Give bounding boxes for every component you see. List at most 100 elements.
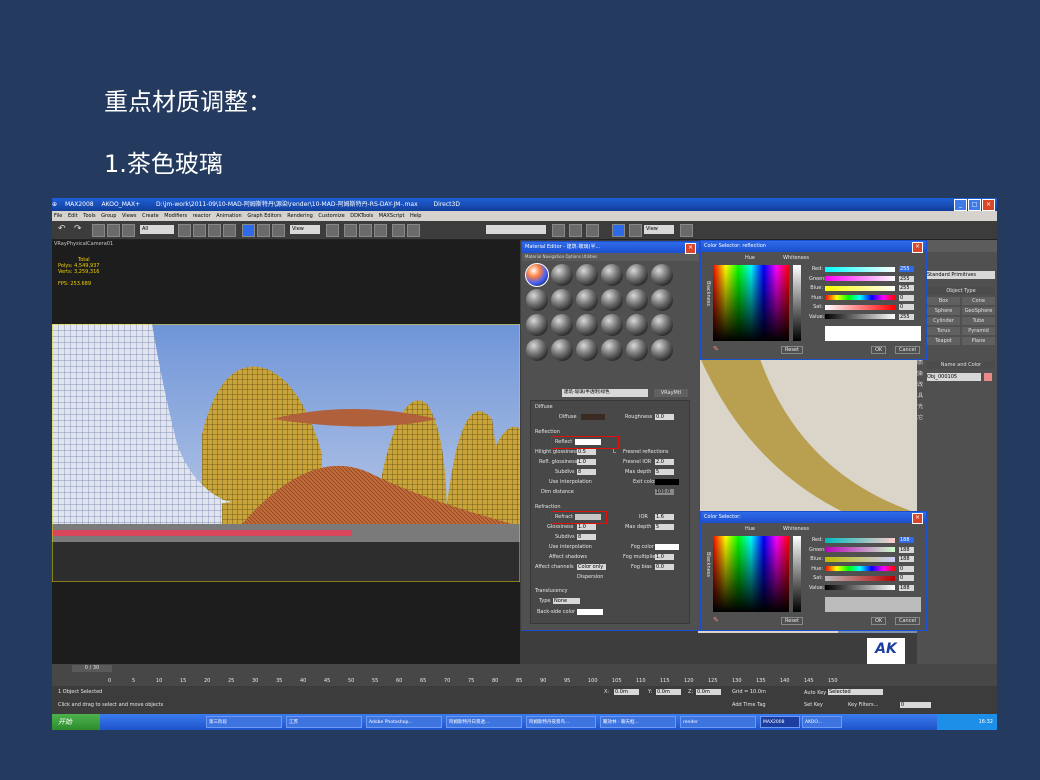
fog-multiplier-field[interactable]: 1.0: [655, 554, 674, 560]
cs2-hue-slider[interactable]: [825, 566, 895, 571]
cs2-value-slider[interactable]: [825, 585, 895, 590]
snap-icon[interactable]: [344, 224, 357, 237]
me-menu-utilities[interactable]: Utilities: [582, 254, 597, 259]
cs2-sat-slider[interactable]: [825, 576, 895, 581]
material-type-button[interactable]: VRayMtl: [654, 389, 688, 397]
camera-viewport[interactable]: VRayPhysicalCamera01 Total Polys: 4,549,…: [52, 240, 520, 664]
cs1-value-field[interactable]: 255: [899, 314, 914, 320]
hilight-gloss-field[interactable]: 0.5: [577, 449, 596, 455]
named-selection-dropdown[interactable]: [486, 225, 546, 234]
roughness-field[interactable]: 0.0: [655, 414, 674, 420]
color-selector-close-icon[interactable]: ×: [912, 242, 923, 253]
sample-slot[interactable]: [601, 339, 623, 361]
translucency-type-dropdown[interactable]: None: [553, 598, 580, 604]
cs1-green-field[interactable]: 255: [899, 276, 914, 282]
cs2-cancel-button[interactable]: Cancel: [895, 617, 920, 625]
cs1-whiteness-bar[interactable]: [793, 265, 801, 341]
refl-max-depth-field[interactable]: 5: [655, 469, 674, 475]
refl-gloss-field[interactable]: 1.0: [577, 459, 596, 465]
sample-slot[interactable]: [551, 264, 573, 286]
backside-color-swatch[interactable]: [577, 609, 603, 615]
taskbar-item[interactable]: 聚效林 - 聊天框...: [600, 716, 676, 728]
sample-slot[interactable]: [551, 339, 573, 361]
menu-group[interactable]: Group: [101, 213, 116, 219]
cs2-ok-button[interactable]: OK: [871, 617, 887, 625]
geosphere-button[interactable]: GeoSphere: [962, 307, 995, 315]
me-menu-material[interactable]: Material: [525, 254, 541, 259]
menu-animation[interactable]: Animation: [216, 213, 242, 219]
sample-slot[interactable]: [626, 264, 648, 286]
menu-rendering[interactable]: Rendering: [287, 213, 313, 219]
object-type-rollout[interactable]: Object Type: [927, 287, 995, 295]
torus-button[interactable]: Torus: [927, 327, 960, 335]
select-icon[interactable]: [178, 224, 191, 237]
menu-views[interactable]: Views: [122, 213, 136, 219]
cs2-red-slider[interactable]: [825, 538, 895, 543]
cylinder-button[interactable]: Cylinder: [927, 317, 960, 325]
menu-customize[interactable]: Customize: [318, 213, 344, 219]
sample-slot[interactable]: [651, 339, 673, 361]
timeline-ruler[interactable]: 0 5 10 15 20 25 30 35 40 45 50 55 60 65 …: [108, 675, 848, 685]
refl-subdivs-field[interactable]: 8: [577, 469, 596, 475]
refr-subdivs-field[interactable]: 8: [577, 534, 596, 540]
menu-maxscript[interactable]: MAXScript: [379, 213, 405, 219]
tube-button[interactable]: Tube: [962, 317, 995, 325]
menu-help[interactable]: Help: [410, 213, 421, 219]
sample-slot[interactable]: [576, 264, 598, 286]
cs1-hue-square[interactable]: [713, 265, 789, 341]
fog-color-swatch[interactable]: [655, 544, 679, 550]
render-view-dropdown[interactable]: View: [644, 225, 674, 234]
add-time-tag[interactable]: Add Time Tag: [732, 702, 766, 708]
affect-channels-dropdown[interactable]: Color only: [577, 564, 606, 570]
sample-slot[interactable]: [626, 289, 648, 311]
menu-edit[interactable]: Edit: [68, 213, 78, 219]
cs1-reset-button[interactable]: Reset: [781, 346, 803, 354]
sample-slot[interactable]: [525, 263, 549, 287]
menu-reactor[interactable]: reactor: [193, 213, 211, 219]
refr-max-depth-field[interactable]: 5: [655, 524, 674, 530]
refr-gloss-field[interactable]: 1.0: [577, 524, 596, 530]
cs2-blue-field[interactable]: 188: [899, 556, 914, 562]
material-editor-icon[interactable]: [612, 224, 625, 237]
sample-slot[interactable]: [601, 289, 623, 311]
eyedropper-icon[interactable]: ✎: [713, 616, 719, 624]
cs1-hue-slider[interactable]: [825, 295, 895, 300]
sample-slot[interactable]: [626, 314, 648, 336]
ior-field[interactable]: 1.6: [655, 514, 674, 520]
taskbar-item[interactable]: AKOO...: [802, 716, 842, 728]
region-icon[interactable]: [208, 224, 221, 237]
sphere-button[interactable]: Sphere: [927, 307, 960, 315]
key-filters-button[interactable]: Key Filters...: [848, 702, 878, 708]
material-editor-titlebar[interactable]: Material Editor - 建筑-玻璃(半... ×: [522, 242, 699, 254]
menu-file[interactable]: File: [54, 213, 62, 219]
exit-color-swatch[interactable]: [655, 479, 679, 485]
color-selector-reflection-titlebar[interactable]: Color Selector: reflection ×: [701, 241, 926, 253]
teapot-button[interactable]: Teapot: [927, 337, 960, 345]
link-icon[interactable]: [92, 224, 105, 237]
cs1-sat-slider[interactable]: [825, 305, 895, 310]
sample-slot[interactable]: [551, 289, 573, 311]
me-menu-options[interactable]: Options: [565, 254, 580, 259]
primitive-type-dropdown[interactable]: Standard Primitives: [927, 271, 995, 279]
dim-distance-field[interactable]: 100.0: [655, 489, 674, 495]
name-and-color-rollout[interactable]: Name and Color: [927, 361, 995, 369]
taskbar-item[interactable]: 阿姆斯特丹夜景鸟...: [526, 716, 596, 728]
cs1-ok-button[interactable]: OK: [871, 346, 887, 354]
command-panel-tabs[interactable]: [917, 240, 997, 252]
cs1-green-slider[interactable]: [825, 276, 895, 281]
cs2-green-slider[interactable]: [825, 547, 895, 552]
cs2-sat-field[interactable]: 0: [899, 575, 914, 581]
color-selector-2-titlebar[interactable]: Color Selector: ×: [701, 512, 926, 524]
menu-tools[interactable]: Tools: [83, 213, 95, 219]
cs1-red-field[interactable]: 255: [899, 266, 914, 272]
current-frame-field[interactable]: 0: [900, 702, 931, 708]
scale-icon[interactable]: [272, 224, 285, 237]
box-button[interactable]: Box: [927, 297, 960, 305]
rotate-icon[interactable]: [257, 224, 270, 237]
curve-editor-icon[interactable]: [569, 224, 582, 237]
fresnel-ior-field[interactable]: 2.0: [655, 459, 674, 465]
time-slider-thumb[interactable]: 0 / 30: [72, 665, 112, 672]
sample-slot[interactable]: [626, 339, 648, 361]
start-button[interactable]: 开始: [52, 714, 100, 730]
material-editor-close-icon[interactable]: ×: [685, 243, 696, 254]
